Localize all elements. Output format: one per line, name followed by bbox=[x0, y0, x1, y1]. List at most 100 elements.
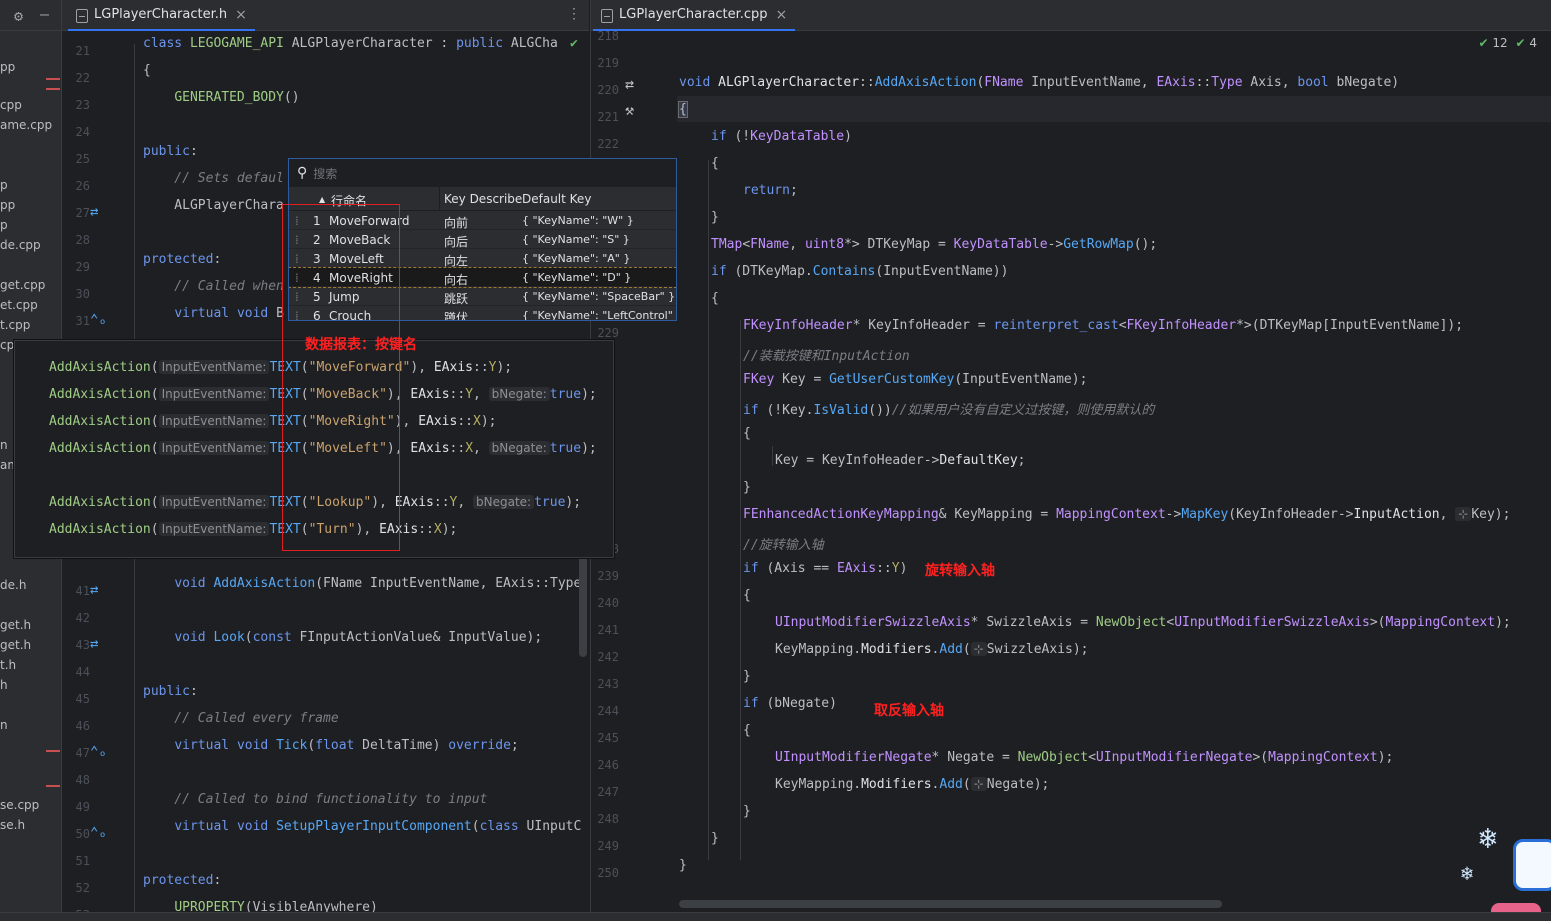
row-default-key: { "KeyName": "SpaceBar" } bbox=[522, 290, 676, 303]
code-line: public: bbox=[143, 144, 198, 159]
change-marker bbox=[46, 750, 60, 752]
code-line: KeyMapping.Modifiers.Add(⊹ Negate); bbox=[775, 777, 1050, 792]
code-line: if (Axis == EAxis::Y) bbox=[743, 561, 908, 576]
row-default-key: { "KeyName": "LeftControl" } bbox=[522, 309, 677, 321]
sidebar-file-item[interactable]: t.h bbox=[0, 658, 16, 672]
sidebar-file-item[interactable]: pp bbox=[0, 60, 15, 74]
indent-guide bbox=[740, 320, 741, 860]
sidebar-file-item[interactable]: et.cpp bbox=[0, 298, 38, 312]
code-line: { bbox=[678, 101, 688, 118]
sidebar-file-item[interactable]: cpp bbox=[0, 98, 22, 112]
snowflake-icon: ❄ bbox=[1479, 821, 1498, 856]
code-line: //装载按键和InputAction bbox=[743, 349, 910, 364]
code-line: void ALGPlayerCharacter::AddAxisAction(F… bbox=[679, 75, 1400, 90]
sidebar-file-item[interactable]: n bbox=[0, 438, 8, 452]
sidebar-file-item[interactable]: pp bbox=[0, 198, 15, 212]
code-line: // Called when bbox=[143, 279, 284, 294]
column-header-default-key[interactable]: Default Key bbox=[522, 192, 591, 206]
code-line: { bbox=[711, 291, 719, 306]
code-line: // Sets defaul bbox=[143, 171, 284, 186]
indent-guide bbox=[708, 160, 709, 860]
sidebar-file-item[interactable]: de.cpp bbox=[0, 238, 41, 252]
row-default-key: { "KeyName": "A" } bbox=[522, 252, 631, 265]
code-line: FKey Key = GetUserCustomKey(InputEventNa… bbox=[743, 372, 1088, 387]
search-placeholder: 搜索 bbox=[313, 166, 338, 181]
sidebar-selected-row bbox=[0, 714, 61, 734]
sidebar-file-item[interactable]: cp bbox=[0, 338, 14, 352]
code-line: } bbox=[711, 831, 719, 846]
code-line: if (!KeyDataTable) bbox=[711, 129, 852, 144]
annotation-rotate-axis: 旋转输入轴 bbox=[925, 563, 995, 579]
code-line: Key = KeyInfoHeader->DefaultKey; bbox=[775, 453, 1026, 468]
code-line: } bbox=[743, 480, 751, 495]
snowflake-icon: ❄ bbox=[1461, 861, 1474, 885]
code-line: UInputModifierSwizzleAxis* SwizzleAxis =… bbox=[775, 615, 1511, 630]
change-marker bbox=[46, 785, 60, 787]
code-line: // Called to bind functionality to input bbox=[143, 792, 488, 807]
code-line: { bbox=[743, 588, 751, 603]
code-line: if (!Key.IsValid())//如果用户没有自定义过按键，则使用默认的 bbox=[743, 403, 1155, 418]
code-line: } bbox=[743, 804, 751, 819]
gear-icon[interactable]: ⚙ bbox=[14, 7, 23, 25]
code-line: if (bNegate) bbox=[743, 696, 837, 711]
sidebar-file-item[interactable]: get.cpp bbox=[0, 278, 45, 292]
code-line: void AddAxisAction(FName InputEventName,… bbox=[174, 576, 582, 591]
highlight-box bbox=[282, 204, 400, 551]
code-line: protected: bbox=[143, 873, 222, 888]
code-line: // Called every frame bbox=[143, 711, 339, 726]
change-marker bbox=[46, 78, 60, 80]
code-line: } bbox=[711, 210, 719, 225]
sidebar-file-item[interactable]: se.h bbox=[0, 818, 25, 832]
row-key-describe: 向后 bbox=[444, 235, 469, 249]
sidebar-file-item[interactable]: n bbox=[0, 718, 8, 732]
row-key-describe: 向前 bbox=[444, 216, 469, 230]
row-key-describe: 蹲伏 bbox=[444, 311, 469, 321]
current-line-highlight bbox=[677, 96, 1551, 122]
code-line: TMap<FName, uint8*> DTKeyMap = KeyDataTa… bbox=[711, 237, 1158, 252]
code-line: class LEGOGAME_API ALGPlayerCharacter : … bbox=[143, 36, 558, 51]
row-default-key: { "KeyName": "S" } bbox=[522, 233, 630, 246]
horizontal-scrollbar[interactable] bbox=[679, 900, 1222, 908]
code-line: { bbox=[143, 63, 151, 78]
sidebar-file-item[interactable]: se.cpp bbox=[0, 798, 39, 812]
search-icon: ⚲ bbox=[297, 165, 308, 181]
code-line: virtual void Tick(float DeltaTime) overr… bbox=[174, 738, 519, 753]
code-line: FKeyInfoHeader* KeyInfoHeader = reinterp… bbox=[743, 318, 1464, 333]
code-line: ALGPlayerChara bbox=[143, 198, 284, 213]
mascot-icon bbox=[1513, 839, 1551, 891]
sidebar-file-item[interactable]: ame.cpp bbox=[0, 118, 52, 132]
column-header-key-describe[interactable]: Key Describe bbox=[444, 192, 522, 206]
row-default-key: { "KeyName": "W" } bbox=[522, 214, 634, 227]
row-key-describe: 跳跃 bbox=[444, 292, 469, 306]
code-line: public: bbox=[143, 684, 198, 699]
sidebar-file-item[interactable]: get.h bbox=[0, 638, 31, 652]
mascot-decoration: ❄ ❄ bbox=[1461, 811, 1551, 921]
sort-icon: ▲ bbox=[319, 195, 326, 204]
code-line: protected: bbox=[143, 252, 222, 267]
right-code-area[interactable]: void ALGPlayerCharacter::AddAxisAction(F… bbox=[591, 0, 1551, 921]
sidebar-file-item[interactable]: p bbox=[0, 178, 8, 192]
sidebar-toolbar: ⚙ — bbox=[0, 0, 61, 31]
column-divider bbox=[439, 187, 440, 211]
code-line: } bbox=[743, 669, 751, 684]
row-key-describe: 向左 bbox=[444, 254, 469, 268]
code-line: UInputModifierNegate* Negate = NewObject… bbox=[775, 750, 1394, 765]
preview-code-line: AddAxisAction(InputEventName: TEXT("MoveR… bbox=[49, 414, 497, 429]
code-line: if (DTKeyMap.Contains(InputEventName)) bbox=[711, 264, 1009, 279]
data-table-search[interactable]: ⚲ 搜索 bbox=[289, 159, 676, 187]
sidebar-file-item[interactable]: p bbox=[0, 218, 8, 232]
code-line: void Look(const FInputActionValue& Input… bbox=[174, 630, 543, 645]
change-marker bbox=[46, 88, 60, 90]
code-line: { bbox=[743, 723, 751, 738]
minimize-icon[interactable]: — bbox=[40, 5, 49, 23]
sidebar-file-item[interactable]: get.h bbox=[0, 618, 31, 632]
preview-code-line: AddAxisAction(InputEventName: TEXT("MoveF… bbox=[49, 360, 513, 375]
sidebar-file-item[interactable]: h bbox=[0, 678, 8, 692]
code-line: { bbox=[711, 156, 719, 171]
row-key-describe: 向右 bbox=[444, 273, 469, 287]
sidebar-file-item[interactable]: t.cpp bbox=[0, 318, 30, 332]
code-line: { bbox=[743, 426, 751, 441]
sidebar-file-item[interactable]: de.h bbox=[0, 578, 26, 592]
indent-guide bbox=[772, 446, 773, 466]
row-default-key: { "KeyName": "D" } bbox=[522, 271, 632, 284]
